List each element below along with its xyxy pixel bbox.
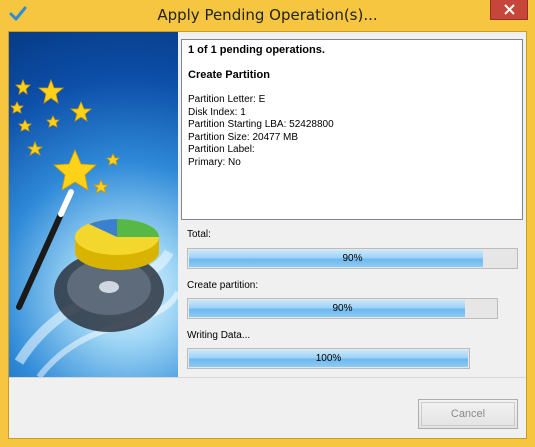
- close-button[interactable]: [490, 0, 528, 20]
- star-icon: [10, 78, 120, 194]
- total-progress-label: Total:: [187, 229, 211, 240]
- footer-divider: [9, 377, 526, 378]
- dialog-window: Apply Pending Operation(s)... 1 of 1 pen…: [0, 0, 535, 447]
- detail-line: Partition Label:: [188, 144, 255, 155]
- detail-line: Primary: No: [188, 156, 241, 168]
- detail-line: Partition Size: 20477 MB: [188, 131, 299, 143]
- progress-percent: 100%: [315, 353, 342, 364]
- detail-line: Disk Index: 1: [188, 106, 246, 118]
- cancel-button[interactable]: Cancel: [418, 399, 518, 429]
- total-progress-bar: 90%: [187, 248, 518, 269]
- progress-percent: 90%: [342, 253, 363, 264]
- create-partition-label: Create partition:: [187, 280, 259, 291]
- cancel-button-label: Cancel: [450, 408, 486, 420]
- pie-chart-icon: [75, 219, 159, 270]
- operation-details-box: 1 of 1 pending operations. Create Partit…: [181, 39, 523, 220]
- dialog-client-area: 1 of 1 pending operations. Create Partit…: [8, 31, 527, 439]
- wizard-illustration: [9, 32, 178, 377]
- pending-summary: 1 of 1 pending operations.: [188, 44, 325, 56]
- window-title: Apply Pending Operation(s)...: [157, 6, 378, 24]
- detail-line: Partition Letter: E: [188, 94, 266, 105]
- writing-data-label: Writing Data...: [187, 330, 251, 341]
- operation-title: Create Partition: [188, 69, 270, 81]
- create-partition-progress-bar: 90%: [187, 298, 498, 319]
- progress-percent: 90%: [332, 303, 353, 314]
- title-bar[interactable]: Apply Pending Operation(s)...: [0, 0, 535, 31]
- detail-line: Partition Starting LBA: 52428800: [188, 119, 334, 130]
- writing-data-progress-bar: 100%: [187, 348, 470, 369]
